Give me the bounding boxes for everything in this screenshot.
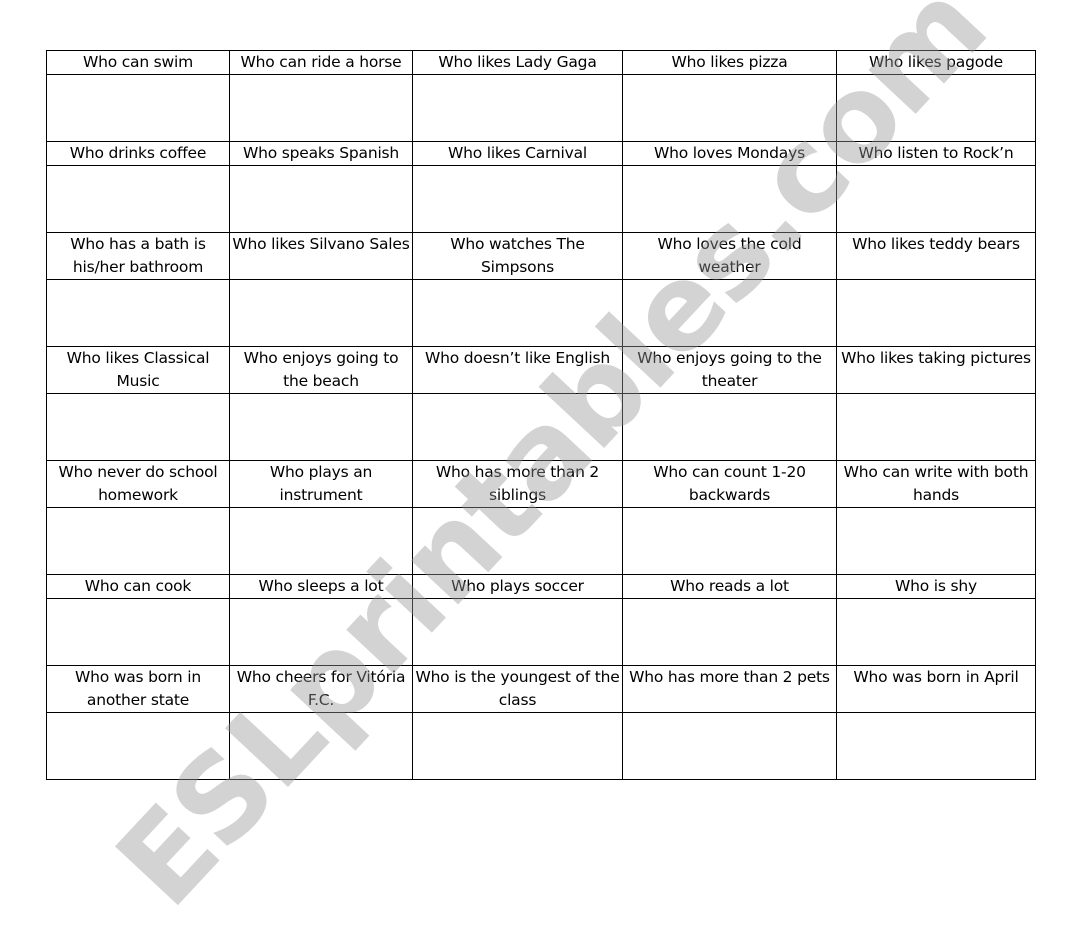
prompt-cell: Who likes Classical Music: [46, 346, 230, 394]
answer-cell[interactable]: [622, 279, 837, 347]
prompt-cell: Who enjoys going to the theater: [622, 346, 837, 394]
answer-cell[interactable]: [836, 712, 1036, 780]
prompt-cell: Who has a bath is his/her bathroom: [46, 232, 230, 280]
answer-cell[interactable]: [46, 598, 230, 666]
answer-cell[interactable]: [622, 598, 837, 666]
answer-cell[interactable]: [412, 165, 623, 233]
prompt-cell: Who watches The Simpsons: [412, 232, 623, 280]
answer-cell[interactable]: [229, 598, 413, 666]
prompt-cell: Who likes Carnival: [412, 141, 623, 166]
prompt-cell: Who likes pagode: [836, 50, 1036, 75]
prompt-cell: Who is shy: [836, 574, 1036, 599]
prompt-row: Who can swim Who can ride a horse Who li…: [46, 50, 1036, 75]
answer-cell[interactable]: [836, 165, 1036, 233]
prompt-row: Who drinks coffee Who speaks Spanish Who…: [46, 141, 1036, 166]
worksheet-page: Who can swim Who can ride a horse Who li…: [0, 0, 1086, 932]
prompt-cell: Who loves Mondays: [622, 141, 837, 166]
answer-cell[interactable]: [836, 598, 1036, 666]
prompt-cell: Who likes taking pictures: [836, 346, 1036, 394]
answer-cell[interactable]: [622, 393, 837, 461]
prompt-cell: Who can write with both hands: [836, 460, 1036, 508]
answer-cell[interactable]: [229, 279, 413, 347]
answer-cell[interactable]: [412, 279, 623, 347]
answer-cell[interactable]: [412, 598, 623, 666]
prompt-row: Who never do school homework Who plays a…: [46, 460, 1036, 508]
prompt-cell: Who was born in another state: [46, 665, 230, 713]
prompt-cell: Who plays soccer: [412, 574, 623, 599]
answer-cell[interactable]: [836, 393, 1036, 461]
prompt-row: Who likes Classical Music Who enjoys goi…: [46, 346, 1036, 394]
find-someone-who-grid: Who can swim Who can ride a horse Who li…: [46, 50, 1036, 780]
prompt-cell: Who speaks Spanish: [229, 141, 413, 166]
answer-cell[interactable]: [836, 507, 1036, 575]
prompt-cell: Who likes pizza: [622, 50, 837, 75]
answer-cell[interactable]: [622, 165, 837, 233]
answer-row: [46, 165, 1036, 233]
prompt-cell: Who was born in April: [836, 665, 1036, 713]
answer-cell[interactable]: [46, 74, 230, 142]
prompt-cell: Who doesn’t like English: [412, 346, 623, 394]
answer-cell[interactable]: [622, 712, 837, 780]
answer-cell[interactable]: [412, 507, 623, 575]
answer-cell[interactable]: [622, 74, 837, 142]
prompt-cell: Who can cook: [46, 574, 230, 599]
prompt-row: Who was born in another state Who cheers…: [46, 665, 1036, 713]
answer-cell[interactable]: [46, 279, 230, 347]
answer-cell[interactable]: [836, 279, 1036, 347]
prompt-cell: Who sleeps a lot: [229, 574, 413, 599]
prompt-row: Who has a bath is his/her bathroom Who l…: [46, 232, 1036, 280]
answer-cell[interactable]: [46, 712, 230, 780]
answer-cell[interactable]: [46, 165, 230, 233]
prompt-cell: Who has more than 2 pets: [622, 665, 837, 713]
answer-row: [46, 598, 1036, 666]
prompt-cell: Who can swim: [46, 50, 230, 75]
prompt-cell: Who can ride a horse: [229, 50, 413, 75]
answer-row: [46, 74, 1036, 142]
prompt-cell: Who reads a lot: [622, 574, 837, 599]
answer-row: [46, 393, 1036, 461]
prompt-row: Who can cook Who sleeps a lot Who plays …: [46, 574, 1036, 599]
prompt-cell: Who can count 1-20 backwards: [622, 460, 837, 508]
answer-cell[interactable]: [46, 393, 230, 461]
prompt-cell: Who listen to Rock’n: [836, 141, 1036, 166]
answer-row: [46, 507, 1036, 575]
answer-cell[interactable]: [836, 74, 1036, 142]
prompt-cell: Who enjoys going to the beach: [229, 346, 413, 394]
answer-row: [46, 712, 1036, 780]
answer-cell[interactable]: [412, 712, 623, 780]
answer-cell[interactable]: [412, 393, 623, 461]
answer-row: [46, 279, 1036, 347]
prompt-cell: Who likes Lady Gaga: [412, 50, 623, 75]
answer-cell[interactable]: [46, 507, 230, 575]
prompt-cell: Who never do school homework: [46, 460, 230, 508]
prompt-cell: Who likes teddy bears: [836, 232, 1036, 280]
answer-cell[interactable]: [229, 74, 413, 142]
answer-cell[interactable]: [229, 393, 413, 461]
answer-cell[interactable]: [622, 507, 837, 575]
prompt-cell: Who loves the cold weather: [622, 232, 837, 280]
answer-cell[interactable]: [229, 507, 413, 575]
answer-cell[interactable]: [412, 74, 623, 142]
prompt-cell: Who plays an instrument: [229, 460, 413, 508]
prompt-cell: Who is the youngest of the class: [412, 665, 623, 713]
prompt-cell: Who drinks coffee: [46, 141, 230, 166]
prompt-cell: Who has more than 2 siblings: [412, 460, 623, 508]
prompt-cell: Who likes Silvano Sales: [229, 232, 413, 280]
answer-cell[interactable]: [229, 712, 413, 780]
prompt-cell: Who cheers for Vitória F.C.: [229, 665, 413, 713]
answer-cell[interactable]: [229, 165, 413, 233]
